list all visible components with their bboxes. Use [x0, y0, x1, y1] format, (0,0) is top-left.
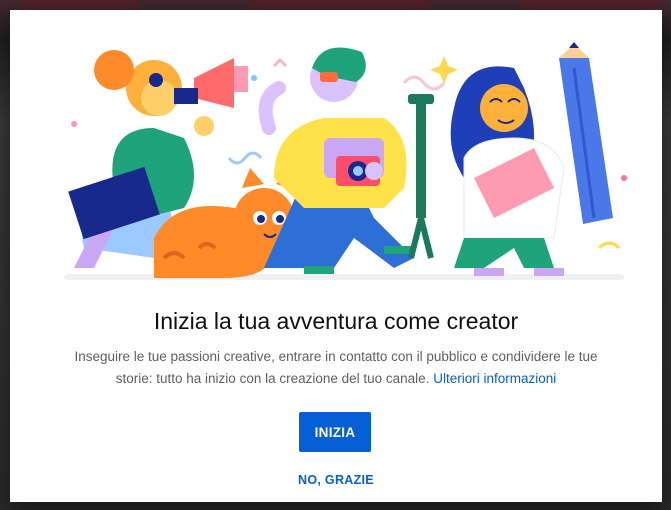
creators-illustration — [64, 42, 627, 280]
dialog-title: Inizia la tua avventura come creator — [153, 308, 519, 334]
decline-button[interactable]: NO, GRAZIE — [286, 468, 386, 492]
learn-more-link[interactable]: Ulteriori informazioni — [433, 371, 556, 386]
character-pencil — [450, 42, 613, 276]
create-channel-dialog: Inizia la tua avventura come creator Ins… — [10, 10, 662, 502]
character-camera — [258, 47, 434, 274]
dialog-description: Inseguire le tue passioni creative, entr… — [70, 346, 602, 390]
start-button[interactable]: INIZIA — [299, 412, 371, 452]
